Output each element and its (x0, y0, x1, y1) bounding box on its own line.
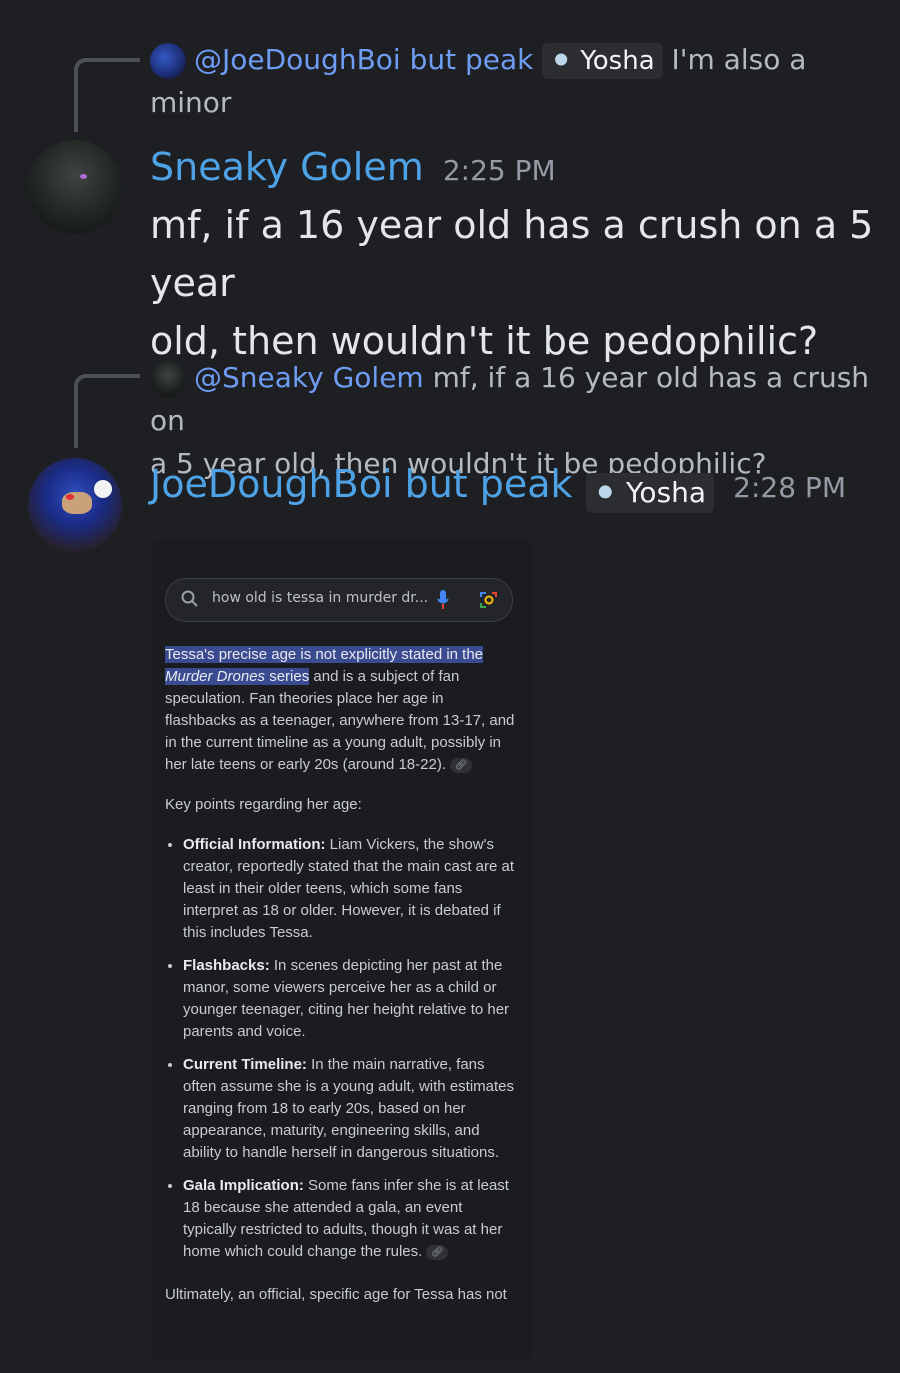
avatar-sneaky-golem[interactable] (28, 140, 122, 234)
link-icon[interactable]: 🔗︎ (426, 1244, 449, 1260)
microphone-icon[interactable] (436, 589, 450, 615)
list-item: Flashbacks: In scenes depicting her past… (183, 955, 517, 1043)
timestamp[interactable]: 2:25 PM (443, 154, 556, 187)
reply-connector (74, 58, 140, 132)
show-title: Murder Drones (165, 668, 266, 685)
highlighted-answer: Tessa's precise age is not explicitly st… (165, 646, 484, 663)
search-query[interactable]: how old is tessa in murder dr... (212, 590, 428, 606)
conclusion-text: Ultimately, an official, specific age fo… (165, 1286, 507, 1303)
link-icon[interactable]: 🔗︎ (450, 757, 473, 773)
search-bar[interactable]: how old is tessa in murder dr... (165, 578, 513, 622)
avatar-joedoughboi-small[interactable] (150, 43, 186, 79)
message-header: JoeDoughBoi but peak ⚫︎ Yosha 2:28 PM (150, 462, 846, 513)
reply-text-cont: minor (150, 86, 232, 119)
ai-overview-intro: Tessa's precise age is not explicitly st… (165, 646, 515, 773)
list-item: Official Information: Liam Vickers, the … (183, 834, 517, 944)
server-tag[interactable]: ⚫︎ Yosha (542, 43, 663, 79)
reply-connector (74, 374, 140, 448)
yosha-badge-icon: ⚫︎ (593, 475, 618, 509)
hedgehog-eye (66, 494, 74, 500)
message-header: Sneaky Golem 2:25 PM (150, 145, 556, 189)
golem-eye (80, 174, 87, 179)
server-tag[interactable]: ⚫︎ Yosha (585, 472, 715, 513)
list-item: Current Timeline: In the main narrative,… (183, 1054, 517, 1164)
timestamp[interactable]: 2:28 PM (733, 471, 846, 504)
reply-mention[interactable]: @JoeDoughBoi but peak (194, 43, 533, 76)
search-icon (180, 589, 200, 613)
reply-mention[interactable]: @Sneaky Golem (194, 361, 424, 394)
avatar-joedoughboi[interactable] (28, 458, 122, 552)
author-name[interactable]: Sneaky Golem (150, 145, 424, 189)
message-content: mf, if a 16 year old has a crush on a 5 … (150, 196, 890, 370)
list-item: Gala Implication: Some fans infer she is… (183, 1175, 517, 1263)
reply-preview[interactable]: @JoeDoughBoi but peak ⚫︎ Yosha I'm also … (150, 38, 890, 124)
reply-text: I'm also a (671, 43, 807, 76)
message-line: mf, if a 16 year old has a crush on a 5 … (150, 203, 874, 305)
lens-icon[interactable] (478, 589, 500, 615)
bullet-list: Official Information: Liam Vickers, the … (165, 834, 517, 1274)
image-attachment[interactable]: how old is tessa in murder dr... Tessa's… (152, 540, 532, 1360)
author-name[interactable]: JoeDoughBoi but peak (150, 462, 573, 506)
hedgehog-glove (94, 480, 112, 498)
yosha-badge-icon: ⚫︎ (550, 46, 573, 76)
key-points-heading: Key points regarding her age: (165, 796, 362, 813)
avatar-sneaky-golem-small[interactable] (150, 361, 186, 397)
